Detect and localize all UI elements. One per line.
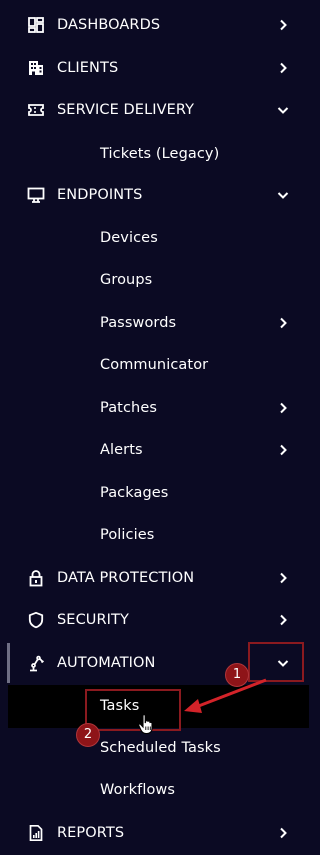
sidebar-item-label: Tickets (Legacy)	[100, 146, 220, 162]
sidebar-item-label: Scheduled Tasks	[100, 740, 221, 756]
robot-arm-icon	[27, 654, 45, 672]
sidebar-subitem-packages[interactable]: Packages	[0, 472, 309, 514]
sidebar-item-dashboards[interactable]: DASHBOARDS	[0, 4, 309, 46]
sidebar-item-label: ENDPOINTS	[57, 187, 143, 203]
chevron-down-icon[interactable]	[276, 103, 290, 117]
lock-icon	[27, 569, 45, 587]
sidebar-item-label: Packages	[100, 485, 169, 501]
sidebar-subitem-workflows[interactable]: Workflows	[0, 769, 309, 811]
monitor-icon	[27, 186, 45, 204]
chevron-right-icon[interactable]	[276, 826, 290, 840]
sidebar-item-security[interactable]: SECURITY	[0, 599, 309, 641]
sidebar-item-clients[interactable]: CLIENTS	[0, 47, 309, 89]
chevron-right-icon[interactable]	[276, 613, 290, 627]
chevron-right-icon[interactable]	[276, 401, 290, 415]
sidebar-item-label: AUTOMATION	[57, 655, 156, 671]
chevron-right-icon[interactable]	[276, 61, 290, 75]
chevron-right-icon[interactable]	[276, 316, 290, 330]
sidebar-item-label: REPORTS	[57, 825, 125, 841]
sidebar-subitem-patches[interactable]: Patches	[0, 387, 309, 429]
sidebar-item-label: SECURITY	[57, 612, 129, 628]
sidebar-item-label: Devices	[100, 230, 158, 246]
chevron-right-icon[interactable]	[276, 18, 290, 32]
ticket-icon	[27, 101, 45, 119]
dashboard-icon	[27, 16, 45, 34]
sidebar-item-label: Alerts	[100, 442, 143, 458]
sidebar-item-label: Policies	[100, 527, 155, 543]
sidebar-item-endpoints[interactable]: ENDPOINTS	[0, 174, 309, 216]
sidebar-nav: DASHBOARDS CLIENTS SERVICE DELIVERY Tick…	[0, 0, 309, 855]
annotation-step-badge: 1	[225, 663, 249, 687]
sidebar-subitem-devices[interactable]: Devices	[0, 217, 309, 259]
chevron-right-icon[interactable]	[276, 571, 290, 585]
sidebar-item-data-protection[interactable]: DATA PROTECTION	[0, 557, 309, 599]
annotation-step-badge: 2	[76, 723, 100, 747]
report-icon	[27, 824, 45, 842]
sidebar-subitem-communicator[interactable]: Communicator	[0, 344, 309, 386]
hand-cursor-icon	[138, 714, 153, 735]
sidebar-item-label: Workflows	[100, 782, 176, 798]
sidebar-item-label: Patches	[100, 400, 158, 416]
sidebar-item-label: Communicator	[100, 357, 209, 373]
sidebar-item-label: SERVICE DELIVERY	[57, 102, 195, 118]
shield-icon	[27, 611, 45, 629]
sidebar-item-label: CLIENTS	[57, 60, 119, 76]
sidebar-subitem-passwords[interactable]: Passwords	[0, 302, 309, 344]
sidebar-subitem-policies[interactable]: Policies	[0, 514, 309, 556]
chevron-right-icon[interactable]	[276, 443, 290, 457]
sidebar-subitem-groups[interactable]: Groups	[0, 259, 309, 301]
chevron-down-icon[interactable]	[276, 188, 290, 202]
sidebar-item-label: Groups	[100, 272, 153, 288]
sidebar-subitem-tickets-legacy[interactable]: Tickets (Legacy)	[0, 133, 309, 175]
sidebar-item-label: DATA PROTECTION	[57, 570, 195, 586]
sidebar-subitem-alerts[interactable]: Alerts	[0, 429, 309, 471]
annotation-highlight-box	[248, 642, 304, 682]
sidebar-item-label: Passwords	[100, 315, 177, 331]
sidebar-item-service-delivery[interactable]: SERVICE DELIVERY	[0, 89, 309, 131]
annotation-highlight-box	[85, 689, 181, 731]
building-icon	[27, 59, 45, 77]
sidebar-item-label: DASHBOARDS	[57, 17, 161, 33]
sidebar-item-reports[interactable]: REPORTS	[0, 812, 309, 854]
